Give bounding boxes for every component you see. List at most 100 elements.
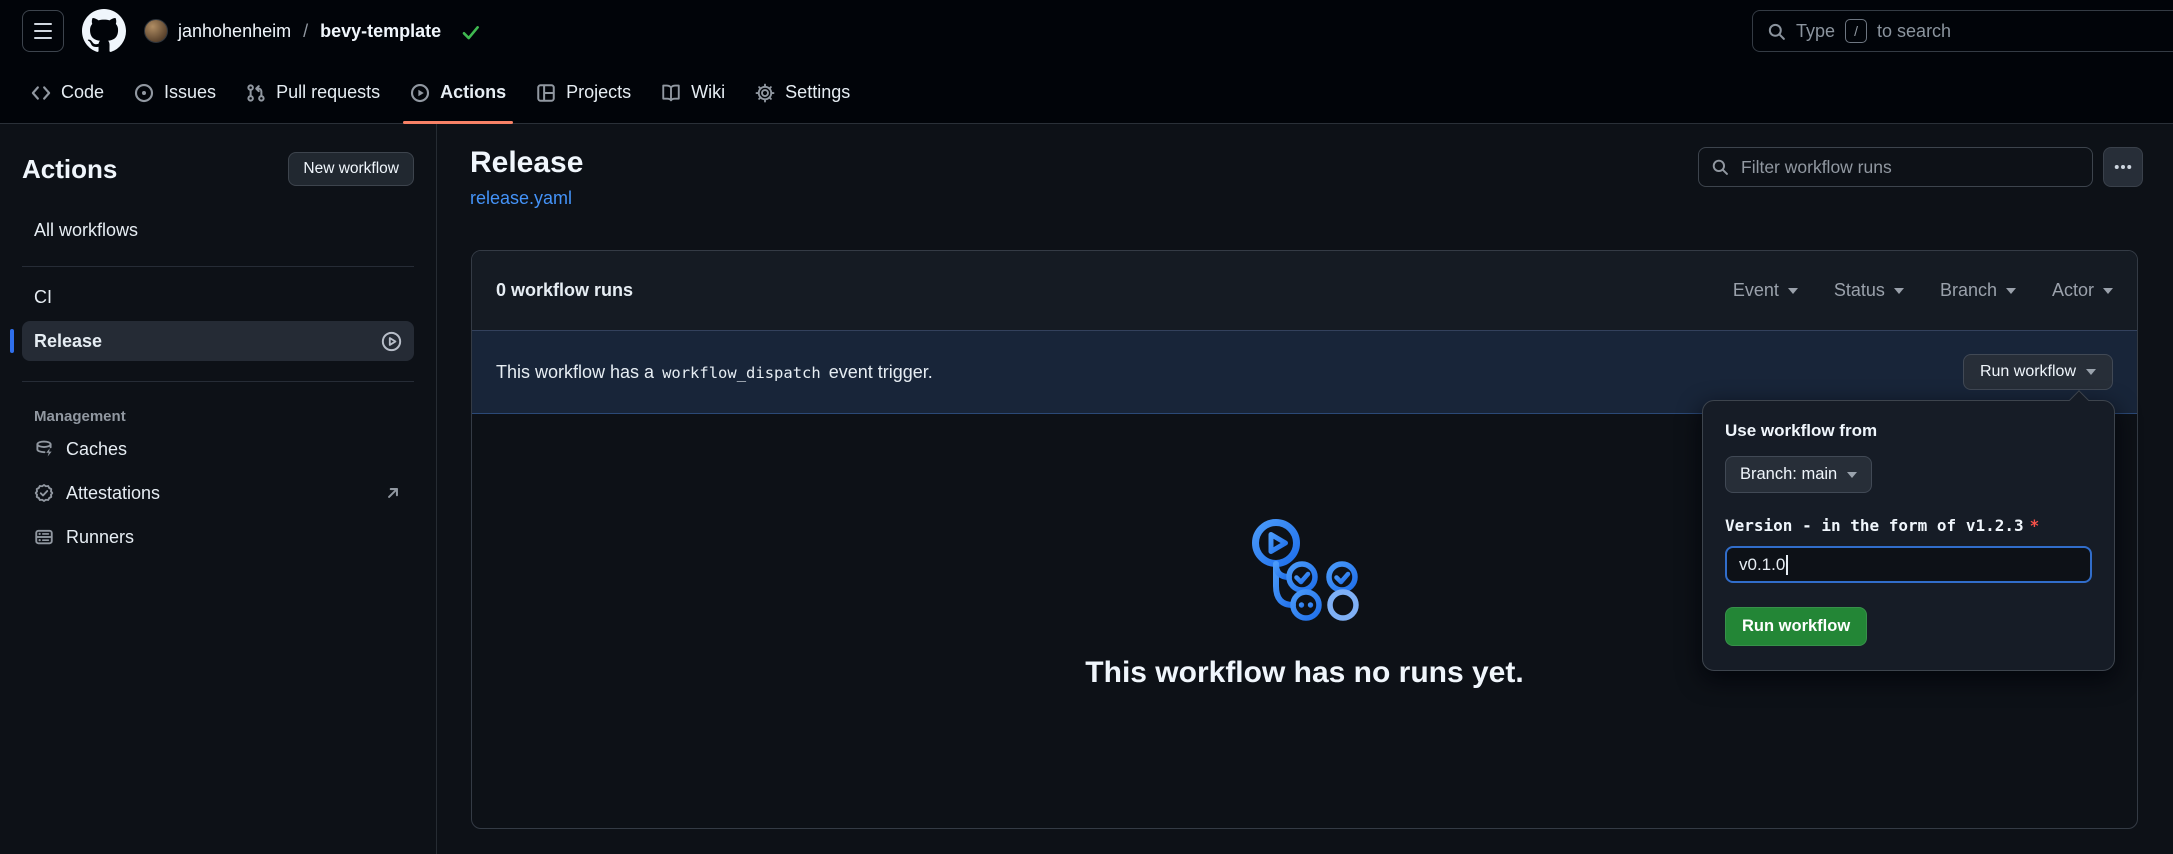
event-filter-dropdown[interactable]: Event (1733, 280, 1798, 301)
issue-opened-icon (134, 83, 154, 103)
tab-code[interactable]: Code (16, 62, 119, 123)
filter-label: Branch (1940, 280, 1997, 301)
runs-list-header: 0 workflow runs Event Status Branch Acto… (472, 251, 2137, 331)
main-content: Release release.yaml 0 workflow runs Eve… (437, 124, 2173, 854)
arrow-up-right-icon (384, 484, 402, 502)
actor-filter-dropdown[interactable]: Actor (2052, 280, 2113, 301)
banner-text: This workflow has a workflow_dispatch ev… (496, 362, 933, 383)
filter-workflow-runs-input[interactable] (1698, 147, 2093, 187)
banner-text-after: event trigger. (829, 362, 933, 383)
search-placeholder-prefix: Type (1796, 21, 1835, 42)
sidebar-item-label: Runners (66, 527, 134, 548)
banner-text-before: This workflow has a (496, 362, 654, 383)
run-workflow-submit-button[interactable]: Run workflow (1725, 607, 1867, 646)
kebab-menu-button[interactable] (2103, 147, 2143, 187)
gear-icon (755, 83, 775, 103)
filter-label: Event (1733, 280, 1779, 301)
tab-label: Pull requests (276, 82, 380, 103)
sidebar-item-caches[interactable]: Caches (22, 429, 414, 469)
tab-settings[interactable]: Settings (740, 62, 865, 123)
sidebar-item-workflow-ci[interactable]: CI (22, 277, 414, 317)
tab-wiki[interactable]: Wiki (646, 62, 740, 123)
filter-row (1698, 147, 2143, 187)
cache-icon (34, 439, 54, 459)
check-icon (461, 22, 480, 41)
tab-projects[interactable]: Projects (521, 62, 646, 123)
banner-code: workflow_dispatch (662, 364, 821, 382)
tab-issues[interactable]: Issues (119, 62, 231, 123)
runs-filters: Event Status Branch Actor (1733, 280, 2113, 301)
search-icon (1767, 22, 1786, 41)
sidebar-item-runners[interactable]: Runners (22, 517, 414, 557)
tab-label: Code (61, 82, 104, 103)
tab-label: Issues (164, 82, 216, 103)
page-head: Release release.yaml (470, 146, 583, 209)
search-placeholder-suffix: to search (1877, 21, 1951, 42)
avatar[interactable] (144, 19, 168, 43)
sidebar-title: Actions (22, 154, 117, 185)
empty-state-title: This workflow has no runs yet. (1085, 656, 1523, 690)
version-input-value: v0.1.0 (1739, 555, 1785, 575)
github-actions-page: janhohenheim / bevy-template Type / to s… (0, 0, 2173, 854)
tab-label: Wiki (691, 82, 725, 103)
table-icon (536, 83, 556, 103)
run-workflow-label: Run workflow (1980, 363, 2076, 381)
version-field-label: Version - in the form of v1.2.3* (1725, 516, 2092, 535)
sidebar-item-label: Caches (66, 439, 127, 460)
tab-actions[interactable]: Actions (395, 62, 521, 123)
actions-sidebar: Actions New workflow All workflows CI Re… (0, 124, 437, 854)
breadcrumb-repo-link[interactable]: bevy-template (320, 21, 441, 42)
use-workflow-from-heading: Use workflow from (1725, 421, 2092, 441)
run-workflow-panel: Use workflow from Branch: main Version -… (1702, 400, 2115, 671)
tab-label: Projects (566, 82, 631, 103)
breadcrumb: janhohenheim / bevy-template (144, 19, 480, 43)
version-input[interactable]: v0.1.0 (1725, 546, 2092, 583)
page-title: Release (470, 146, 583, 180)
sidebar-item-workflow-release[interactable]: Release (22, 321, 414, 361)
sidebar-item-all-workflows[interactable]: All workflows (22, 210, 414, 250)
sidebar-divider (22, 381, 414, 382)
chevron-down-icon (2086, 369, 2096, 375)
new-workflow-button[interactable]: New workflow (288, 152, 414, 186)
sidebar-item-label: Attestations (66, 483, 160, 504)
tab-pull-requests[interactable]: Pull requests (231, 62, 395, 123)
chevron-down-icon (2006, 288, 2016, 294)
filter-label: Actor (2052, 280, 2094, 301)
chevron-down-icon (1894, 288, 1904, 294)
github-logo-icon[interactable] (82, 9, 126, 53)
repo-nav: Code Issues Pull requests Actions Projec… (0, 62, 2173, 124)
chevron-down-icon (1788, 288, 1798, 294)
code-icon (31, 83, 51, 103)
play-icon (410, 83, 430, 103)
runs-count: 0 workflow runs (496, 280, 633, 301)
tab-label: Settings (785, 82, 850, 103)
sidebar-item-label: Release (34, 331, 102, 352)
sidebar-item-label: All workflows (34, 220, 138, 241)
git-pull-request-icon (246, 83, 266, 103)
hamburger-menu-button[interactable] (22, 10, 64, 52)
status-filter-dropdown[interactable]: Status (1834, 280, 1904, 301)
search-icon (1711, 158, 1729, 176)
required-asterisk: * (2030, 516, 2040, 535)
breadcrumb-owner-link[interactable]: janhohenheim (178, 21, 291, 42)
breadcrumb-separator: / (301, 21, 310, 42)
chevron-down-icon (2103, 288, 2113, 294)
chevron-down-icon (1847, 472, 1857, 478)
sidebar-item-attestations[interactable]: Attestations (22, 473, 414, 513)
workflow-graph-icon (1246, 516, 1364, 624)
server-icon (34, 527, 54, 547)
workflow-file-link[interactable]: release.yaml (470, 188, 572, 209)
global-search-input[interactable]: Type / to search (1752, 10, 2173, 52)
tab-label: Actions (440, 82, 506, 103)
play-circle-icon (381, 331, 402, 352)
book-icon (661, 83, 681, 103)
branch-filter-dropdown[interactable]: Branch (1940, 280, 2016, 301)
verified-badge-icon (34, 483, 54, 503)
app-header: janhohenheim / bevy-template Type / to s… (0, 0, 2173, 62)
text-cursor (1786, 555, 1788, 575)
branch-select-button[interactable]: Branch: main (1725, 456, 1872, 493)
sidebar-divider (22, 266, 414, 267)
run-workflow-dropdown-button[interactable]: Run workflow (1963, 354, 2113, 390)
sidebar-item-label: CI (34, 287, 52, 308)
slash-key-hint: / (1845, 19, 1867, 43)
